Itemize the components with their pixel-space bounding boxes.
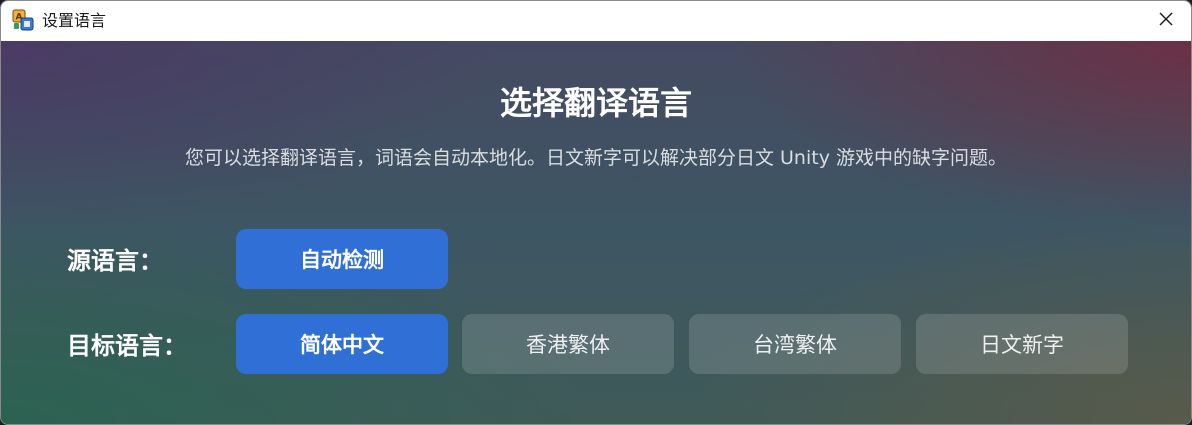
close-button[interactable] — [1141, 1, 1191, 41]
dialog-content: 选择翻译语言 您可以选择翻译语言，词语会自动本地化。日文新字可以解决部分日文 U… — [1, 41, 1191, 424]
target-simplified-chinese-button[interactable]: 简体中文 — [236, 314, 448, 374]
page-title: 选择翻译语言 — [499, 84, 692, 122]
source-language-label: 源语言： — [67, 247, 163, 275]
window-title: 设置语言 — [42, 11, 107, 30]
close-icon — [1158, 11, 1174, 31]
description-text: 您可以选择翻译语言，词语会自动本地化。日文新字可以解决部分日文 Unity 游戏… — [184, 147, 1007, 169]
target-japanese-shinjitai-button[interactable]: 日文新字 — [916, 314, 1128, 374]
translate-app-icon: A — [12, 9, 34, 31]
source-auto-detect-button[interactable]: 自动检测 — [236, 229, 448, 289]
settings-language-window: A 设置语言 选择翻译语言 您可以选择翻译语言，词语会自动本地化。日文新字可以解… — [0, 0, 1192, 425]
target-hongkong-traditional-button[interactable]: 香港繁体 — [462, 314, 674, 374]
title-bar[interactable]: A 设置语言 — [1, 1, 1191, 41]
target-taiwan-traditional-button[interactable]: 台湾繁体 — [689, 314, 901, 374]
target-language-label: 目标语言： — [67, 332, 187, 360]
